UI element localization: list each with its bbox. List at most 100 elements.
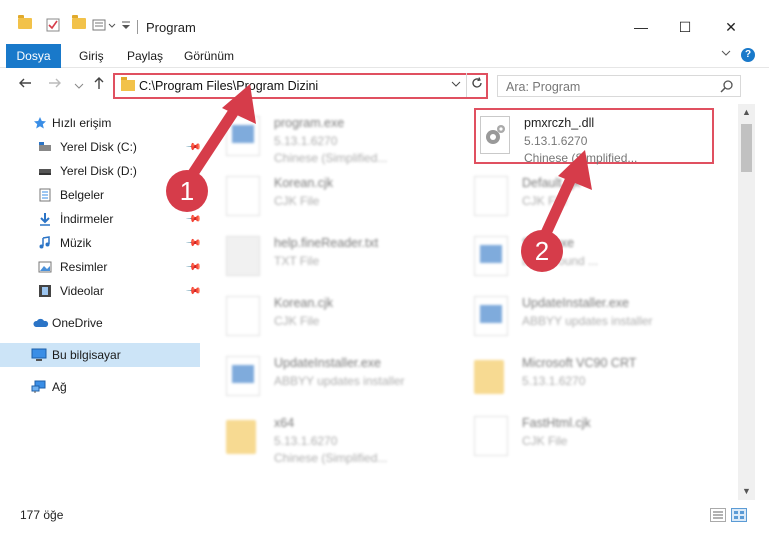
sidebar-item-downloads[interactable]: İndirmeler 📌 [0,207,202,231]
dll-gear-icon [480,116,510,154]
search-icon[interactable] [720,79,734,93]
status-bar: 177 öğe [0,500,769,535]
file-item[interactable]: FastHtml.cjk CJK File [454,408,694,464]
file-name: Microsoft VC90 CRT [522,356,637,370]
sidebar-item-label: Yerel Disk (C:) [60,140,137,154]
drive-icon [38,141,52,155]
file-item[interactable]: program.exe 5.13.1.6270 Chinese (Simplif… [206,108,446,165]
chevron-down-icon[interactable] [451,79,461,92]
back-arrow-icon[interactable] [18,76,32,95]
sidebar-item-label: OneDrive [52,316,103,330]
search-input[interactable]: Ara: Program [497,75,741,97]
sidebar-item-label: Videolar [60,284,104,298]
file-description: ABBYY updates installer [274,374,405,388]
folder-icon [226,420,256,454]
sidebar-item-label: Müzik [60,236,92,250]
recent-locations-icon[interactable] [74,78,84,96]
file-name: FastHtml.cjk [522,416,591,430]
tab-share[interactable]: Paylaş [127,44,163,68]
sidebar-item-this-pc[interactable]: Bu bilgisayar [0,343,200,367]
exe-icon [226,116,260,156]
scroll-up-icon[interactable]: ▲ [738,104,755,121]
drive-icon [38,165,52,179]
tab-home[interactable]: Giriş [79,44,104,68]
pin-icon: 📌 [184,210,202,228]
computer-icon [31,348,47,362]
sidebar-item-music[interactable]: Müzik 📌 [0,231,202,255]
file-name: UpdateInstaller.exe [522,296,630,310]
up-arrow-icon[interactable] [92,76,106,95]
details-view-icon[interactable] [710,508,726,522]
window-title: Program [146,20,196,35]
help-icon[interactable]: ? [741,48,755,62]
pin-icon: 📌 [184,282,202,300]
text-icon [226,236,260,276]
address-path[interactable]: C:\Program Files\Program Dizini [139,79,318,93]
title-separator [137,20,138,34]
sidebar-item-pictures[interactable]: Resimler 📌 [0,255,202,279]
maximize-button[interactable]: ☐ [670,14,700,40]
videos-icon [38,284,52,298]
file-name: help.fineReader.txt [274,236,379,250]
file-item[interactable]: Korean.cjk CJK File [206,168,446,224]
installer-icon [226,356,260,396]
pin-icon: 📌 [184,138,202,156]
file-item[interactable]: Microsoft VC90 CRT 5.13.1.6270 [454,348,694,404]
scroll-down-icon[interactable]: ▼ [738,483,755,500]
sidebar-item-quick-access[interactable]: Hızlı erişim [0,111,200,135]
pin-icon: 📌 [184,258,202,276]
file-item-target-dll[interactable]: pmxrczh_.dll 5.13.1.6270 Chinese (Simpli… [474,108,714,165]
file-item[interactable]: Korean.cjk CJK File [206,288,446,344]
tab-view[interactable]: Görünüm [184,44,234,68]
sidebar-item-onedrive[interactable]: OneDrive [0,311,200,335]
documents-icon [38,188,52,202]
vertical-scrollbar[interactable]: ▲ ▼ [738,104,755,500]
file-name: Default.cjk [522,176,581,190]
file-item[interactable]: UpdateInstaller.exe ABBYY updates instal… [454,288,694,344]
file-description: Chinese (Simplified... [524,151,638,165]
customize-toolbar-icon[interactable] [121,18,131,32]
file-name: UpdateInstaller.exe [274,356,382,370]
view-options-icon[interactable] [92,18,120,32]
sidebar-item-label: Bu bilgisayar [52,348,121,362]
folder-icon [121,77,135,91]
file-name: x64 [274,416,295,430]
file-item[interactable]: x64 5.13.1.6270 Chinese (Simplified... [206,408,446,465]
refresh-icon[interactable] [466,73,486,97]
file-list: program.exe 5.13.1.6270 Chinese (Simplif… [206,104,738,500]
music-icon [38,236,52,250]
ribbon-expand-icon[interactable] [721,48,731,61]
network-icon [31,380,46,394]
forward-arrow-icon[interactable] [48,76,62,95]
file-item[interactable]: UpdateInstaller.exe ABBYY updates instal… [206,348,446,404]
file-item[interactable]: Default.cjk CJK File [454,168,694,224]
file-item[interactable]: help.fineReader.txt TXT File [206,228,446,284]
sidebar-item-network[interactable]: Ağ [0,375,200,399]
file-type: CJK File [274,194,320,208]
new-folder-icon[interactable] [72,15,86,29]
file-description: ABBYY updates installer [522,314,653,328]
folder-icon [474,360,504,394]
sidebar-item-label: Ağ [52,380,67,394]
file-name: pmxrczh_.dll [524,116,595,130]
file-version: 5.13.1.6270 [524,134,588,148]
folder-icon[interactable] [18,15,32,29]
properties-check-icon[interactable] [46,18,60,32]
file-name: Korean.cjk [274,176,334,190]
search-placeholder: Ara: Program [506,80,581,94]
tiles-view-icon[interactable] [731,508,747,522]
file-type: TXT File [274,254,320,268]
sidebar-item-videos[interactable]: Videolar 📌 [0,279,202,303]
sidebar-item-label: Yerel Disk (D:) [60,164,137,178]
step1-badge: 1 [166,170,208,212]
file-item[interactable]: Spec.exe background ... [454,228,694,284]
downloads-icon [38,212,52,226]
document-icon [474,176,508,216]
item-count: 177 öğe [20,508,64,522]
navigation-pane: Hızlı erişim Yerel Disk (C:) 📌 Yerel Dis… [0,104,206,500]
minimize-button[interactable]: — [626,14,656,40]
scrollbar-thumb[interactable] [741,124,752,172]
address-bar[interactable]: C:\Program Files\Program Dizini [113,73,488,99]
sidebar-item-disk-c[interactable]: Yerel Disk (C:) 📌 [0,135,202,159]
close-button[interactable]: ✕ [716,14,746,40]
